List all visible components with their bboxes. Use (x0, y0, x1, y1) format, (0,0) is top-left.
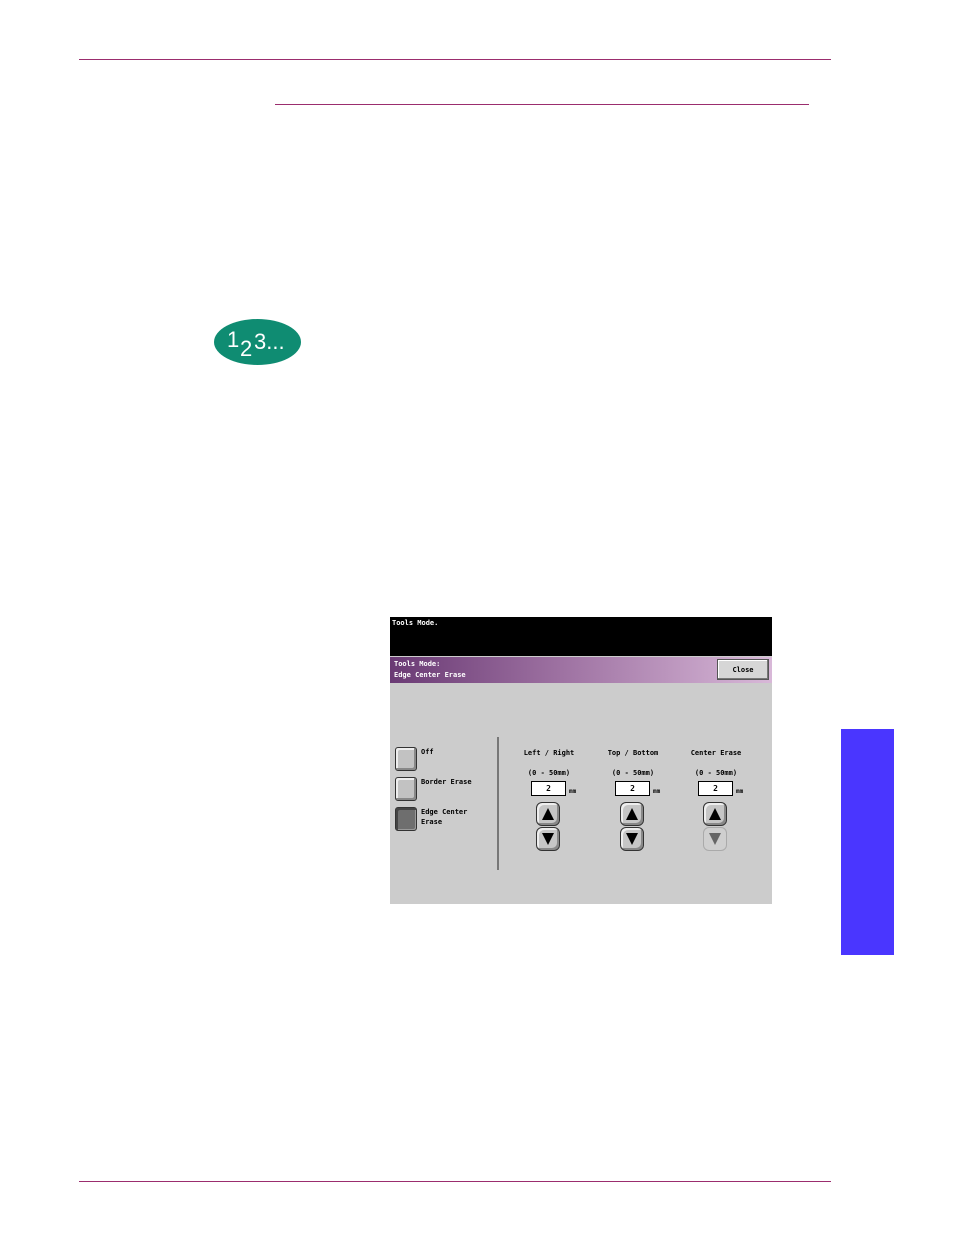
arrow-down-icon (542, 833, 554, 845)
section-rule (275, 104, 809, 105)
center-erase-unit: mm (736, 788, 744, 795)
edge-center-erase-option-label-1: Edge Center (421, 808, 468, 816)
close-button[interactable]: Close (717, 659, 769, 680)
arrow-up-icon (542, 808, 554, 820)
title-line-2: Edge Center Erase (394, 671, 466, 679)
message-text: Tools Mode. (392, 619, 439, 627)
device-screen: Tools Mode. Tools Mode: Edge Center Eras… (390, 617, 772, 904)
top-bottom-up-button[interactable] (620, 802, 644, 826)
top-bottom-down-button[interactable] (620, 827, 644, 851)
edge-center-erase-option-button[interactable] (395, 807, 417, 831)
steps-icon: 1 2 3... (214, 319, 301, 365)
title-bar: Tools Mode: Edge Center Erase (390, 657, 772, 683)
footer-rule (79, 1181, 831, 1182)
arrow-up-icon (709, 808, 721, 820)
off-option-label: Off (421, 748, 434, 756)
steps-digit-3: 3... (254, 329, 285, 354)
arrow-down-icon (626, 833, 638, 845)
title-line-1: Tools Mode: (394, 660, 441, 668)
divider (497, 737, 499, 870)
border-erase-option-button[interactable] (395, 777, 417, 801)
edge-center-erase-option-label-2: Erase (421, 818, 443, 826)
steps-digit-2: 2 (240, 336, 252, 361)
center-erase-down-button[interactable] (703, 827, 727, 851)
top-bottom-value-field[interactable]: 2 (615, 781, 650, 796)
center-erase-up-button[interactable] (703, 802, 727, 826)
arrow-down-icon (709, 833, 721, 845)
left-right-value-field[interactable]: 2 (531, 781, 566, 796)
top-bottom-heading: Top / Bottom (607, 749, 659, 757)
arrow-up-icon (626, 808, 638, 820)
off-option-button[interactable] (395, 747, 417, 771)
left-right-down-button[interactable] (536, 827, 560, 851)
top-bottom-range: (0 - 50mm) (611, 769, 655, 777)
center-erase-range: (0 - 50mm) (694, 769, 738, 777)
center-erase-value-field[interactable]: 2 (698, 781, 733, 796)
top-bottom-unit: mm (653, 788, 661, 795)
chapter-tab (841, 729, 894, 955)
left-right-range: (0 - 50mm) (527, 769, 571, 777)
left-right-up-button[interactable] (536, 802, 560, 826)
left-right-unit: mm (569, 788, 577, 795)
message-bar: Tools Mode. (390, 617, 772, 656)
border-erase-option-label: Border Erase (421, 778, 472, 786)
header-rule (79, 59, 831, 60)
steps-digit-1: 1 (227, 327, 239, 352)
center-erase-heading: Center Erase (690, 749, 742, 757)
left-right-heading: Left / Right (523, 749, 575, 757)
